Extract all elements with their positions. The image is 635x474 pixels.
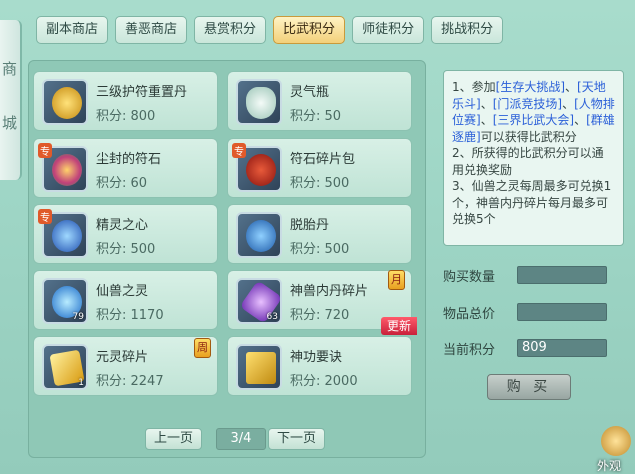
total-price-label: 物品总价: [443, 307, 496, 322]
weekly-badge: 周: [194, 338, 211, 358]
item-count: 1: [78, 378, 84, 388]
buy-button[interactable]: 购 买: [487, 374, 571, 400]
item-price: 积分: 1170: [96, 308, 164, 323]
item-card[interactable]: 79 仙兽之灵 积分: 1170: [33, 270, 218, 330]
item-price: 积分: 2247: [96, 374, 164, 389]
skill-book-icon: [236, 344, 282, 390]
item-price: 积分: 500: [290, 242, 350, 257]
current-points-label: 当前积分: [443, 343, 496, 358]
tab-duel-points[interactable]: 比武积分: [273, 16, 346, 44]
tab-bounty-points[interactable]: 悬赏积分: [194, 16, 267, 44]
beast-spirit-orb-icon: 79: [42, 278, 88, 324]
item-name: 仙兽之灵: [96, 284, 149, 299]
quantity-label: 购买数量: [443, 270, 496, 285]
item-name: 脱胎丹: [290, 218, 330, 233]
item-name: 精灵之心: [96, 218, 149, 233]
item-card[interactable]: 专 精灵之心 积分: 500: [33, 204, 218, 264]
item-card[interactable]: 1 元灵碎片 积分: 2247 周: [33, 336, 218, 396]
appearance-label: 外观: [597, 459, 622, 473]
item-card[interactable]: 灵气瓶 积分: 50: [227, 71, 412, 131]
spirit-bottle-icon: [236, 79, 282, 125]
shop-window: 商 城 副本商店 善恶商店 悬赏积分 比武积分 师徒积分 挑战积分 三级护符重置…: [0, 0, 635, 474]
yuanling-fragment-icon: 1: [42, 344, 88, 390]
rules-text: 1、参加[生存大挑战]、[天地乐斗]、[门派竞技场]、[人物排位赛]、[三界比武…: [443, 70, 624, 246]
item-name: 神兽内丹碎片: [290, 284, 369, 299]
exclusive-tag: 专: [38, 209, 52, 224]
item-name: 神功要诀: [290, 350, 343, 365]
side-char-1: 商: [2, 60, 18, 78]
item-name: 尘封的符石: [96, 152, 162, 167]
link-survival-challenge[interactable]: [生存大挑战]: [496, 80, 565, 94]
exclusive-tag: 专: [232, 143, 246, 158]
item-count: 63: [266, 312, 278, 322]
appearance-icon: [601, 426, 631, 456]
total-price-field: [517, 303, 607, 321]
item-card[interactable]: 63 神兽内丹碎片 积分: 720 月 更新: [227, 270, 417, 335]
item-price: 积分: 50: [290, 109, 342, 124]
item-name: 符石碎片包: [290, 152, 356, 167]
item-price: 积分: 500: [290, 176, 350, 191]
current-points-field: 809: [517, 339, 607, 357]
prev-page-button[interactable]: 上一页: [145, 428, 203, 450]
tab-challenge-points[interactable]: 挑战积分: [431, 16, 504, 44]
tab-karma-shop[interactable]: 善恶商店: [115, 16, 188, 44]
item-name: 三级护符重置丹: [96, 85, 188, 100]
link-sect-arena[interactable]: [门派竞技场]: [493, 97, 562, 111]
exclusive-tag: 专: [38, 143, 52, 158]
appearance-button[interactable]: 外观: [595, 422, 635, 474]
item-card[interactable]: 脱胎丹 积分: 500: [227, 204, 412, 264]
item-price: 积分: 500: [96, 242, 156, 257]
next-page-button[interactable]: 下一页: [268, 428, 326, 450]
tab-mentor-points[interactable]: 师徒积分: [352, 16, 425, 44]
golden-talisman-icon: [42, 79, 88, 125]
item-price: 积分: 60: [96, 176, 148, 191]
item-price: 积分: 2000: [290, 374, 358, 389]
quantity-input[interactable]: [517, 266, 607, 284]
rule-line-2: 2、所获得的比武积分可以通用兑换奖励: [452, 146, 604, 177]
item-card[interactable]: 专 符石碎片包 积分: 500: [227, 138, 412, 198]
beast-core-fragment-icon: 63: [236, 278, 282, 324]
item-card[interactable]: 三级护符重置丹 积分: 800: [33, 71, 218, 131]
item-price: 积分: 720: [290, 308, 350, 323]
rule-line-3: 3、仙兽之灵每周最多可兑换1个，神兽内丹碎片每月最多可兑换5个: [452, 179, 612, 226]
item-name: 灵气瓶: [290, 85, 330, 100]
item-count: 79: [72, 312, 84, 322]
side-char-2: 城: [2, 114, 18, 132]
mall-side-tab[interactable]: 商 城: [0, 20, 22, 180]
new-badge: 更新: [380, 317, 417, 335]
item-card[interactable]: 专 尘封的符石 积分: 60: [33, 138, 218, 198]
monthly-badge: 月: [388, 270, 405, 290]
link-three-realms-tournament[interactable]: [三界比武大会]: [493, 113, 574, 127]
tab-dungeon-shop[interactable]: 副本商店: [36, 16, 109, 44]
item-name: 元灵碎片: [96, 350, 149, 365]
item-card[interactable]: 神功要诀 积分: 2000: [227, 336, 412, 396]
page-indicator: 3/4: [216, 428, 266, 450]
rebirth-pill-icon: [236, 212, 282, 258]
item-price: 积分: 800: [96, 109, 156, 124]
shop-tabs: 副本商店 善恶商店 悬赏积分 比武积分 师徒积分 挑战积分: [36, 16, 504, 46]
